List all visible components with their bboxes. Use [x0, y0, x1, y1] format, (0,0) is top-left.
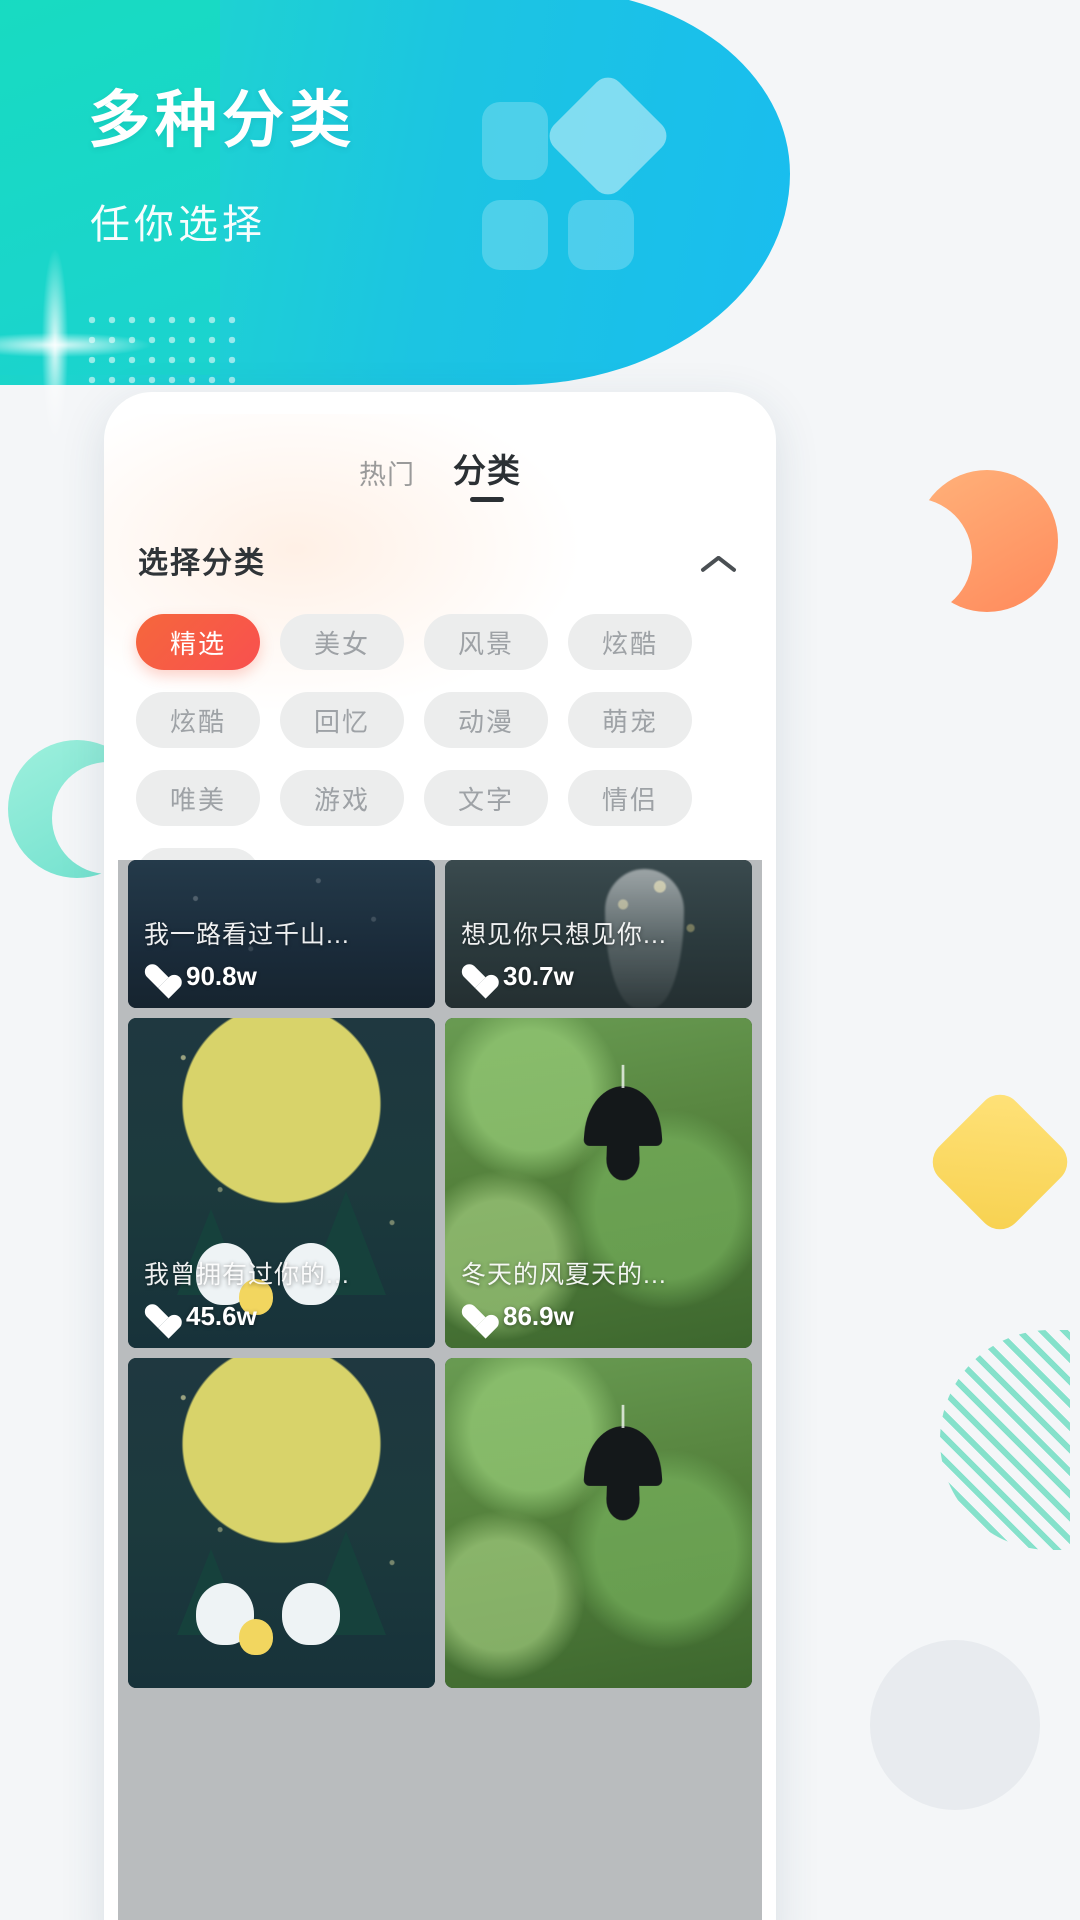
wallpaper-card[interactable]: 我曾拥有过你的... 45.6w [128, 1018, 435, 1348]
wallpaper-like-row: 45.6w [144, 1301, 419, 1332]
category-chip[interactable]: 情侣 [568, 770, 692, 826]
category-chip-label: 唯美 [169, 784, 226, 815]
heart-icon[interactable] [461, 1303, 491, 1331]
category-chip-label: 风景 [457, 628, 514, 659]
tab-bar: 热门 分类 [104, 444, 776, 502]
category-chip[interactable]: 炫酷 [136, 692, 260, 748]
heart-icon[interactable] [144, 963, 174, 991]
category-section-header[interactable]: 选择分类 [138, 538, 742, 582]
tab-category[interactable]: 分类 [453, 444, 521, 502]
category-chip-label: 文字 [457, 784, 514, 815]
decor-square-bottom-right-icon [568, 200, 634, 270]
tab-hot[interactable]: 热门 [359, 453, 415, 502]
category-chip[interactable]: 风景 [424, 614, 548, 670]
wallpaper-thumbnail [445, 1358, 752, 1688]
category-chip[interactable]: 游戏 [280, 770, 404, 826]
page-subtitle: 任你选择 [90, 203, 266, 247]
heart-icon[interactable] [461, 963, 491, 991]
wallpaper-meta: 想见你只想见你... 30.7w [445, 903, 752, 1008]
tab-hot-label: 热门 [359, 460, 415, 490]
category-chip[interactable]: 唯美 [136, 770, 260, 826]
category-chip[interactable]: 炫酷 [568, 614, 692, 670]
wallpaper-like-count: 45.6w [186, 1301, 257, 1331]
wallpaper-like-count: 30.7w [503, 961, 574, 991]
category-chip[interactable]: 回忆 [280, 692, 404, 748]
category-chip[interactable]: 文字 [424, 770, 548, 826]
wallpaper-title: 我一路看过千山... [144, 921, 350, 949]
wallpaper-meta: 我曾拥有过你的... 45.6w [128, 1243, 435, 1348]
wallpaper-meta: 冬天的风夏天的... 86.9w [445, 1243, 752, 1348]
heart-icon[interactable] [144, 1303, 174, 1331]
decor-yellow-diamond [923, 1085, 1077, 1239]
phone-preview-card: 热门 分类 选择分类 精选美女风景炫酷炫酷回忆动漫萌宠唯美游戏文字情侣明星 我一… [104, 392, 776, 1920]
wallpaper-thumbnail [128, 1358, 435, 1688]
category-chip[interactable]: 美女 [280, 614, 404, 670]
category-chip[interactable]: 萌宠 [568, 692, 692, 748]
category-section-title: 选择分类 [138, 547, 266, 580]
wallpaper-title: 我曾拥有过你的... [144, 1261, 350, 1289]
category-chip-label: 炫酷 [169, 706, 226, 737]
wallpaper-card[interactable]: 冬天的风夏天的... 86.9w [445, 1018, 752, 1348]
page-background: 多种分类 任你选择 热门 分类 选择分类 精选 美女 风景 炫酷 炫酷 回忆 动漫 萌宠 唯美游… [0, 0, 1080, 1920]
decor-square-bottom-left-icon [482, 200, 548, 270]
wallpaper-like-row: 30.7w [461, 961, 736, 992]
wallpaper-meta: 我一路看过千山... 90.8w [128, 903, 435, 1008]
category-chip[interactable]: 动漫 [424, 692, 548, 748]
wallpaper-like-row: 86.9w [461, 1301, 736, 1332]
wallpaper-like-count: 90.8w [186, 961, 257, 991]
wallpaper-like-count: 86.9w [503, 1301, 574, 1331]
wallpaper-card[interactable] [128, 1358, 435, 1688]
decor-striped-half-circle [940, 1330, 1070, 1550]
wallpaper-like-row: 90.8w [144, 961, 419, 992]
category-chip[interactable]: 精选 [136, 614, 260, 670]
chevron-up-icon[interactable] [698, 538, 742, 582]
category-chip-label: 精选 [169, 628, 226, 659]
category-chip-label: 美女 [313, 628, 370, 659]
page-title: 多种分类 [88, 86, 357, 155]
category-chip-label: 动漫 [457, 706, 514, 737]
decor-grey-blob [870, 1640, 1040, 1810]
category-chip-label: 游戏 [313, 784, 370, 815]
category-chip-label: 萌宠 [601, 706, 658, 737]
tab-active-indicator [470, 497, 504, 502]
wallpaper-card[interactable] [445, 1358, 752, 1688]
wallpaper-title: 想见你只想见你... [461, 921, 667, 949]
tab-category-label: 分类 [453, 452, 521, 489]
category-chip-label: 炫酷 [601, 628, 658, 659]
wallpaper-grid-container[interactable]: 我一路看过千山... 90.8w 想见你只想见你... 30.7w 我曾拥有过你的...… [118, 860, 762, 1920]
wallpaper-grid: 我一路看过千山... 90.8w 想见你只想见你... 30.7w 我曾拥有过你的...… [128, 860, 752, 1688]
wallpaper-card[interactable]: 我一路看过千山... 90.8w [128, 860, 435, 1008]
category-chip-label: 回忆 [313, 706, 370, 737]
category-chip-label: 情侣 [601, 784, 658, 815]
decor-square-top-left-icon [482, 102, 548, 180]
wallpaper-card[interactable]: 想见你只想见你... 30.7w [445, 860, 752, 1008]
decor-orange-ring [854, 470, 1058, 616]
wallpaper-title: 冬天的风夏天的... [461, 1261, 667, 1289]
